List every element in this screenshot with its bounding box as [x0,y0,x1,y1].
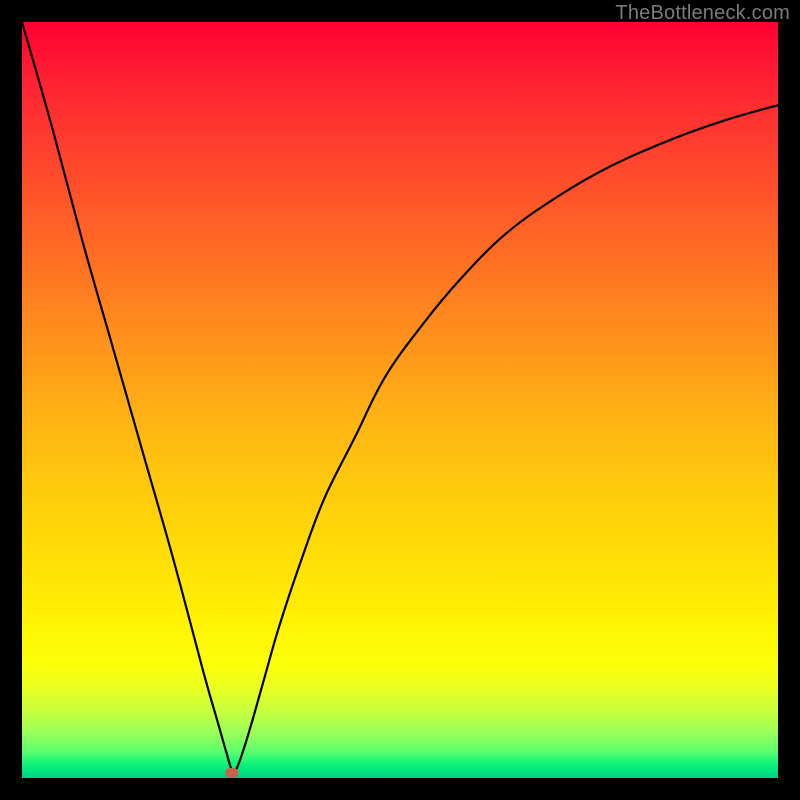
watermark-text: TheBottleneck.com [615,2,790,25]
plot-area [22,22,778,778]
chart-frame: TheBottleneck.com [0,0,800,800]
curve-layer [22,22,778,778]
optimal-point-marker [226,768,239,778]
bottleneck-curve [22,22,778,772]
